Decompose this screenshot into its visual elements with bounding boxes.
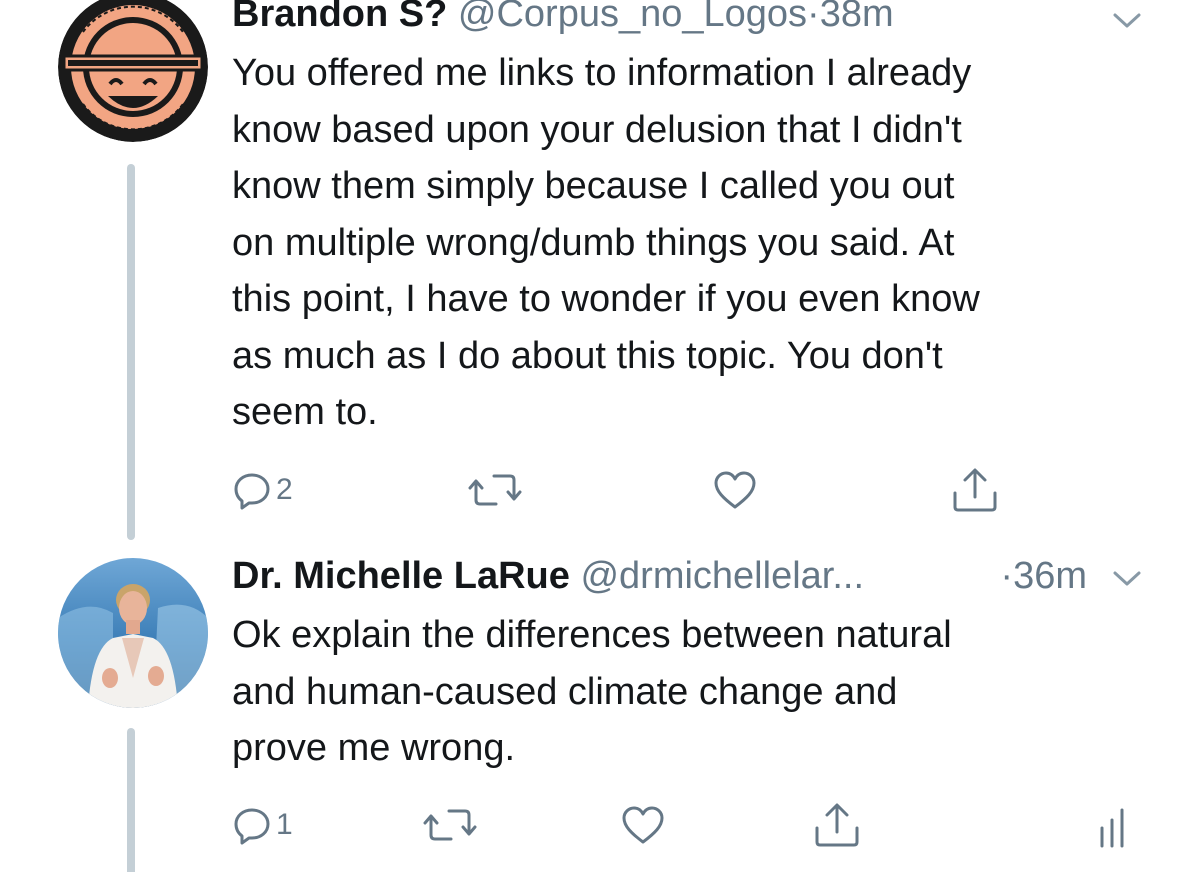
- timestamp-wrap: ·36m: [1000, 552, 1087, 600]
- laughing-man-logo-icon: [58, 0, 208, 142]
- like-button[interactable]: [713, 468, 757, 512]
- display-name[interactable]: Dr. Michelle LaRue: [232, 555, 570, 597]
- like-button[interactable]: [621, 803, 665, 847]
- retweet-icon: [423, 809, 477, 841]
- tweet-header: Brandon S? @Corpus_no_Logos·38m: [232, 0, 1140, 38]
- user-handle[interactable]: @Corpus_no_Logos: [458, 0, 807, 35]
- tweet-text-line: as much as I do about this topic. You do…: [232, 334, 943, 377]
- reply-icon: [234, 808, 270, 845]
- separator-dot: ·: [807, 0, 820, 35]
- tweet-text-line: seem to.: [232, 391, 378, 433]
- tweet-text-line: and human-caused climate change and: [232, 670, 898, 713]
- heart-icon: [714, 471, 756, 509]
- share-icon: [815, 803, 859, 847]
- tweet-text-line: You offered me links to information I al…: [232, 52, 972, 94]
- analytics-icon: [1100, 808, 1124, 848]
- retweet-button[interactable]: [423, 803, 477, 847]
- reply-count: 2: [276, 473, 293, 506]
- speaker-photo-icon: [58, 558, 208, 708]
- display-name[interactable]: Brandon S?: [232, 0, 447, 35]
- timestamp[interactable]: 38m: [820, 0, 894, 35]
- heart-icon: [622, 806, 664, 844]
- tweet-text: Ok explain the differences between natur…: [232, 607, 1152, 777]
- tweet-text-line: Ok explain the differences between natur…: [232, 614, 952, 656]
- reply-button[interactable]: 1: [232, 803, 293, 847]
- avatar[interactable]: [58, 558, 208, 708]
- chevron-down-icon[interactable]: [1112, 568, 1142, 588]
- tweet-text: You offered me links to information I al…: [232, 45, 1152, 441]
- tweet-text-line: know them simply because I called you ou…: [232, 165, 955, 207]
- share-icon: [953, 468, 997, 512]
- share-button[interactable]: [951, 468, 999, 512]
- retweet-icon: [468, 474, 522, 506]
- reply-icon: [234, 473, 270, 510]
- thread-connector-line: [127, 164, 135, 540]
- chevron-down-icon[interactable]: [1112, 10, 1142, 30]
- tweet[interactable]: Brandon S? @Corpus_no_Logos·38m You offe…: [0, 0, 1200, 545]
- tweet[interactable]: Dr. Michelle LaRue @drmichellelar... ·36…: [0, 545, 1200, 872]
- tweet-text-line: on multiple wrong/dumb things you said. …: [232, 221, 955, 264]
- tweet-text-line: this point, I have to wonder if you even…: [232, 278, 980, 320]
- tweet-text-line: prove me wrong.: [232, 727, 516, 769]
- timestamp[interactable]: 36m: [1013, 555, 1087, 597]
- analytics-button[interactable]: [1097, 805, 1133, 849]
- thread-connector-line: [127, 728, 135, 872]
- separator-dot: ·: [1000, 555, 1014, 597]
- tweet-text-line: know based upon your delusion that I did…: [232, 108, 962, 151]
- reply-count: 1: [276, 808, 293, 841]
- retweet-button[interactable]: [468, 468, 522, 512]
- share-button[interactable]: [813, 803, 861, 847]
- user-handle[interactable]: @drmichellelar...: [580, 555, 864, 597]
- avatar[interactable]: [58, 0, 208, 142]
- reply-button[interactable]: 2: [232, 468, 293, 512]
